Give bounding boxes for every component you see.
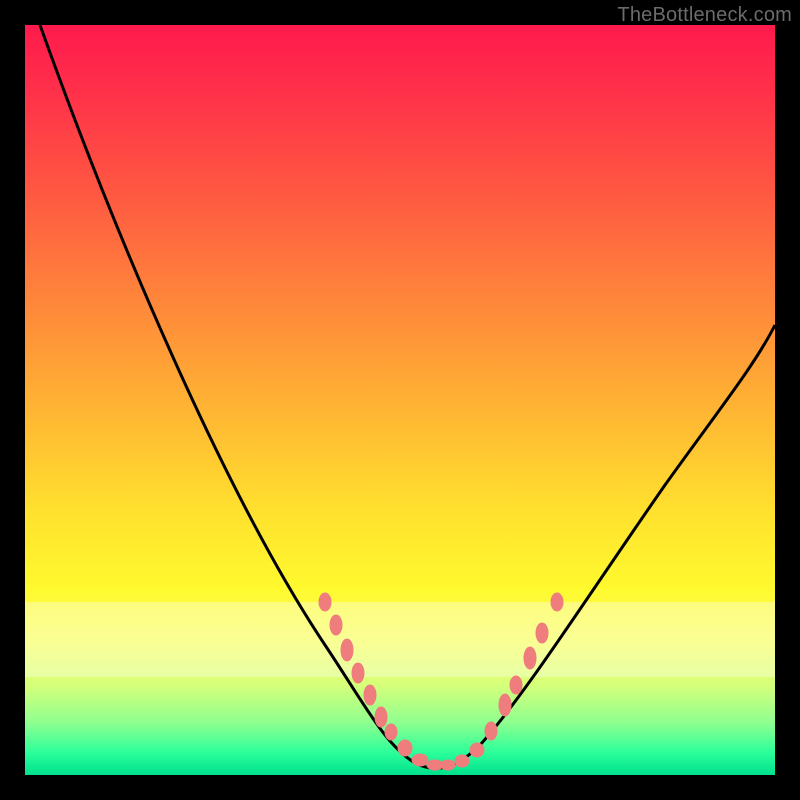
dot <box>441 760 455 770</box>
dot <box>375 707 387 727</box>
dot <box>485 722 497 740</box>
dot <box>551 593 563 611</box>
dot <box>385 724 397 740</box>
dot <box>510 676 522 694</box>
dot <box>352 663 364 683</box>
dot <box>470 743 484 757</box>
chart-svg <box>25 25 775 775</box>
dot <box>499 694 511 716</box>
chart-frame <box>25 25 775 775</box>
watermark-text: TheBottleneck.com <box>617 4 792 27</box>
bottleneck-curve <box>40 25 775 768</box>
dot <box>341 639 353 661</box>
dot <box>330 615 342 635</box>
dot-group <box>319 593 563 770</box>
dot <box>524 647 536 669</box>
dot <box>412 754 428 766</box>
dot <box>536 623 548 643</box>
dot <box>319 593 331 611</box>
dot <box>364 685 376 705</box>
dot <box>398 740 412 756</box>
dot <box>455 755 469 767</box>
